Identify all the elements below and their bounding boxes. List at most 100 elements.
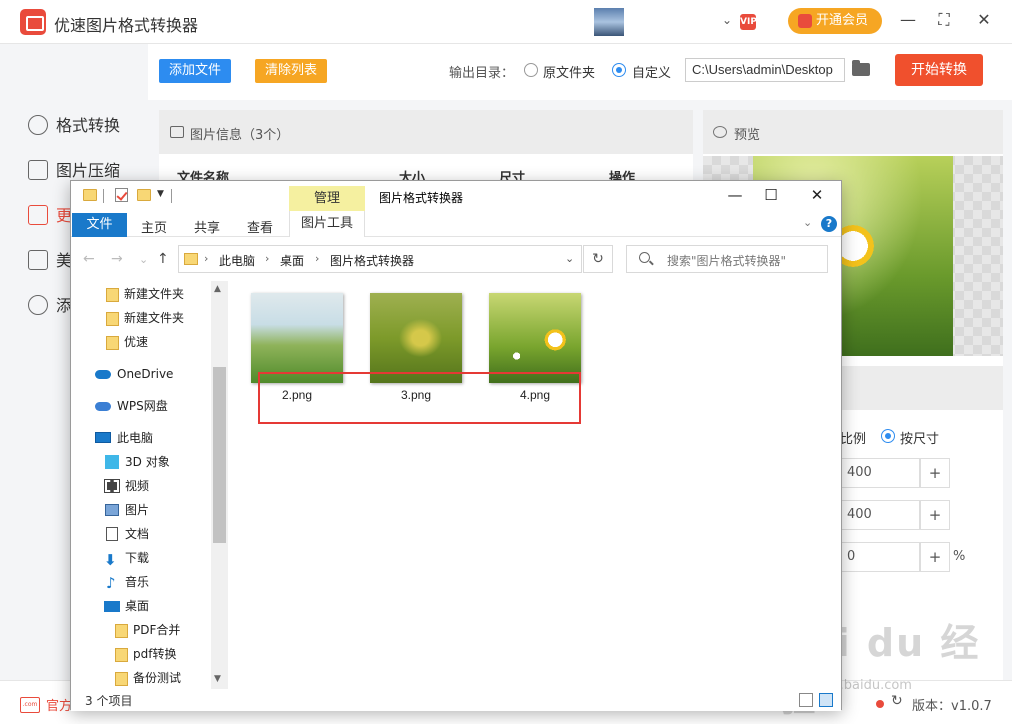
- folder-icon: [106, 288, 119, 302]
- height-plus-button[interactable]: +: [920, 500, 950, 530]
- new-folder-icon[interactable]: [137, 189, 151, 201]
- chevron-right-icon[interactable]: ›: [265, 252, 269, 265]
- tab-file[interactable]: 文件: [72, 213, 127, 237]
- sidebar-item-format-convert[interactable]: 格式转换: [28, 114, 120, 138]
- address-history-dropdown-icon[interactable]: ⌄: [565, 252, 574, 265]
- search-input[interactable]: 搜索"图片格式转换器": [626, 245, 828, 273]
- sidebar-item-resize[interactable]: 更: [28, 204, 72, 228]
- original-folder-label: 原文件夹: [543, 66, 596, 81]
- tab-picture-tools[interactable]: 图片工具: [289, 211, 365, 237]
- file-thumbnail-2-png[interactable]: [251, 293, 343, 383]
- nav-item-label: pdf转换: [133, 647, 177, 661]
- explorer-minimize-button[interactable]: —: [725, 186, 745, 204]
- vip-badge-icon[interactable]: VIP: [740, 14, 757, 30]
- sidebar-item-label: 图片压缩: [56, 161, 121, 180]
- clear-list-button[interactable]: 清除列表: [255, 59, 327, 83]
- refresh-button[interactable]: ↻: [583, 245, 613, 273]
- tab-share[interactable]: 共享: [194, 217, 220, 236]
- tab-view[interactable]: 查看: [247, 217, 273, 236]
- chevron-down-icon[interactable]: ⌄: [722, 13, 732, 27]
- 3d-objects-icon: [105, 455, 119, 469]
- tab-home[interactable]: 主页: [141, 217, 167, 236]
- back-icon[interactable]: ←: [83, 251, 95, 267]
- help-icon[interactable]: ?: [821, 216, 837, 232]
- width-plus-button[interactable]: +: [920, 458, 950, 488]
- original-folder-radio[interactable]: [524, 63, 538, 77]
- explorer-maximize-button[interactable]: ☐: [761, 186, 781, 204]
- official-site-link[interactable]: 官方: [46, 695, 72, 714]
- image-compress-icon: [28, 160, 48, 180]
- nav-item-label: 3D 对象: [125, 455, 170, 469]
- address-bar[interactable]: › 此电脑 › 桌面 › 图片格式转换器 ⌄: [178, 245, 582, 273]
- wps-cloud-icon: [95, 402, 111, 411]
- open-membership-button[interactable]: 开通会员: [788, 8, 882, 34]
- image-info-title: 图片信息（3个）: [190, 128, 290, 143]
- details-view-icon[interactable]: [799, 693, 813, 707]
- rotate-plus-button[interactable]: +: [920, 542, 950, 572]
- nav-item-label: 优速: [124, 335, 149, 349]
- nav-item-label: 此电脑: [117, 431, 154, 445]
- quick-access-dropdown-icon[interactable]: ▼: [157, 189, 164, 199]
- explorer-ribbon: 文件 主页 共享 查看 图片工具 ⌄ ?: [71, 211, 841, 237]
- folder-icon[interactable]: [852, 60, 870, 76]
- website-icon[interactable]: .com: [20, 697, 40, 713]
- search-placeholder: 搜索"图片格式转换器": [667, 254, 787, 268]
- add-file-button[interactable]: 添加文件: [159, 59, 231, 83]
- nav-item-label: 下载: [125, 551, 150, 565]
- documents-icon: [106, 527, 118, 541]
- recent-locations-icon[interactable]: ⌄: [139, 253, 148, 266]
- music-icon: ♪: [106, 574, 116, 592]
- nav-item-label: WPS网盘: [117, 399, 168, 413]
- start-convert-button[interactable]: 开始转换: [895, 54, 983, 86]
- chevron-right-icon[interactable]: ›: [315, 252, 319, 265]
- by-size-label: 按尺寸: [900, 432, 940, 447]
- folder-icon: [115, 624, 128, 638]
- app-titlebar: 优速图片格式转换器 ⌄ VIP 开通会员 — ⛶ ✕: [0, 0, 1012, 44]
- breadcrumb-desktop[interactable]: 桌面: [280, 252, 304, 269]
- width-input[interactable]: 400: [840, 458, 920, 488]
- by-ratio-label[interactable]: 比例: [840, 428, 866, 447]
- maximize-button[interactable]: ⛶: [934, 10, 954, 30]
- desktop-icon: [104, 601, 120, 612]
- image-info-header: 图片信息（3个）: [159, 110, 693, 154]
- resize-icon: [28, 205, 48, 225]
- custom-folder-radio[interactable]: [612, 63, 626, 77]
- scroll-down-icon[interactable]: ▼: [214, 674, 221, 684]
- nav-item-label: 新建文件夹: [124, 311, 185, 325]
- breadcrumb-this-pc[interactable]: 此电脑: [219, 252, 255, 269]
- onedrive-icon: [95, 370, 111, 379]
- rotate-input[interactable]: 0: [840, 542, 920, 572]
- explorer-close-button[interactable]: ✕: [807, 186, 827, 204]
- navigation-scrollbar[interactable]: ▲ ▼: [211, 281, 228, 689]
- sidebar-item-label: 格式转换: [56, 116, 121, 135]
- folder-icon: [83, 189, 97, 201]
- address-row: ← → ⌄ ↑ › 此电脑 › 桌面 › 图片格式转换器 ⌄ ↻ 搜索"图片格式…: [71, 237, 841, 281]
- by-size-radio[interactable]: [881, 429, 895, 443]
- nav-item-label: 音乐: [125, 575, 150, 589]
- file-thumbnail-3-png[interactable]: [370, 293, 462, 383]
- nav-item-label: 备份测试: [133, 671, 182, 685]
- ribbon-expand-icon[interactable]: ⌄: [803, 216, 812, 229]
- minimize-button[interactable]: —: [898, 10, 918, 29]
- eye-icon: [713, 126, 727, 138]
- forward-icon[interactable]: →: [111, 251, 123, 267]
- recent-image-thumbnail[interactable]: [594, 8, 624, 36]
- output-path-input[interactable]: C:\Users\admin\Desktop: [685, 58, 845, 82]
- close-button[interactable]: ✕: [974, 10, 994, 29]
- sidebar-item-beautify[interactable]: 美: [28, 249, 72, 273]
- tab-manage[interactable]: 管理: [289, 186, 365, 211]
- this-pc-icon: [95, 432, 111, 443]
- breadcrumb-current-folder[interactable]: 图片格式转换器: [330, 252, 414, 269]
- up-icon[interactable]: ↑: [157, 251, 169, 267]
- large-icons-view-icon[interactable]: [819, 693, 833, 707]
- properties-icon[interactable]: [115, 188, 128, 202]
- scrollbar-thumb[interactable]: [213, 367, 226, 543]
- file-thumbnail-4-png[interactable]: [489, 293, 581, 383]
- chevron-right-icon[interactable]: ›: [204, 252, 208, 265]
- folder-icon: [106, 336, 119, 350]
- sidebar-item-watermark[interactable]: 添: [28, 294, 72, 318]
- vip-icon: [798, 14, 812, 28]
- height-input[interactable]: 400: [840, 500, 920, 530]
- scroll-up-icon[interactable]: ▲: [214, 284, 221, 294]
- watermark-icon: [28, 295, 48, 315]
